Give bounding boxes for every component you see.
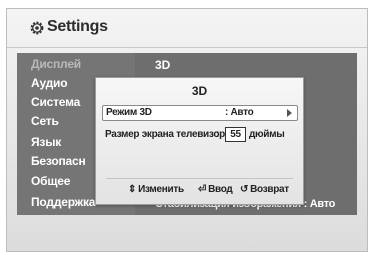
chevron-right-icon	[287, 109, 292, 117]
enter-icon: ⏎	[198, 184, 207, 195]
3d-mode-label: Режим 3D	[106, 107, 152, 118]
return-icon: ↺	[240, 184, 249, 195]
header: Settings	[7, 9, 367, 48]
3d-mode-option[interactable]: Режим 3D : Авто	[102, 105, 298, 121]
sidebar-item-system[interactable]: Система	[31, 95, 80, 109]
screen-size-input[interactable]: 55	[225, 127, 246, 142]
page-title: Settings	[47, 18, 108, 35]
sidebar-item-security[interactable]: Безопасн	[31, 154, 86, 168]
submenu-title: 3D	[155, 58, 171, 72]
back-hint: ↺ Возврат	[240, 184, 289, 195]
3d-mode-value: : Авто	[225, 107, 254, 118]
screen-size-option[interactable]: Размер экрана телевизора : 55 дюймы	[102, 127, 298, 144]
screen-size-unit: дюймы	[249, 129, 285, 140]
up-down-arrows-icon: ⇕	[128, 184, 137, 195]
divider	[106, 178, 293, 179]
sidebar-item-general[interactable]: Общее	[31, 174, 70, 188]
enter-hint: ⏎ Ввод	[198, 184, 233, 195]
sidebar-item-audio[interactable]: Аудио	[31, 76, 68, 90]
sidebar-item-language[interactable]: Язык	[31, 135, 61, 149]
sidebar-item-network[interactable]: Сеть	[31, 114, 59, 128]
gear-icon	[30, 21, 44, 35]
change-hint: ⇕ Изменить	[128, 184, 184, 195]
screen-size-label: Размер экрана телевизора	[105, 129, 231, 140]
sidebar-item-display[interactable]: Дисплей	[31, 57, 81, 71]
dialog-title: 3D	[191, 84, 208, 98]
settings-screen: Settings Дисплей Аудио Система Сеть Язык…	[6, 8, 368, 252]
3d-dialog: 3D Режим 3D : Авто Размер экрана телевиз…	[95, 77, 304, 205]
dialog-footer: ⇕ Изменить ⏎ Ввод ↺ Возврат	[96, 184, 303, 198]
sidebar-item-support[interactable]: Поддержка	[31, 195, 95, 209]
screen-size-separator: :	[216, 129, 220, 140]
